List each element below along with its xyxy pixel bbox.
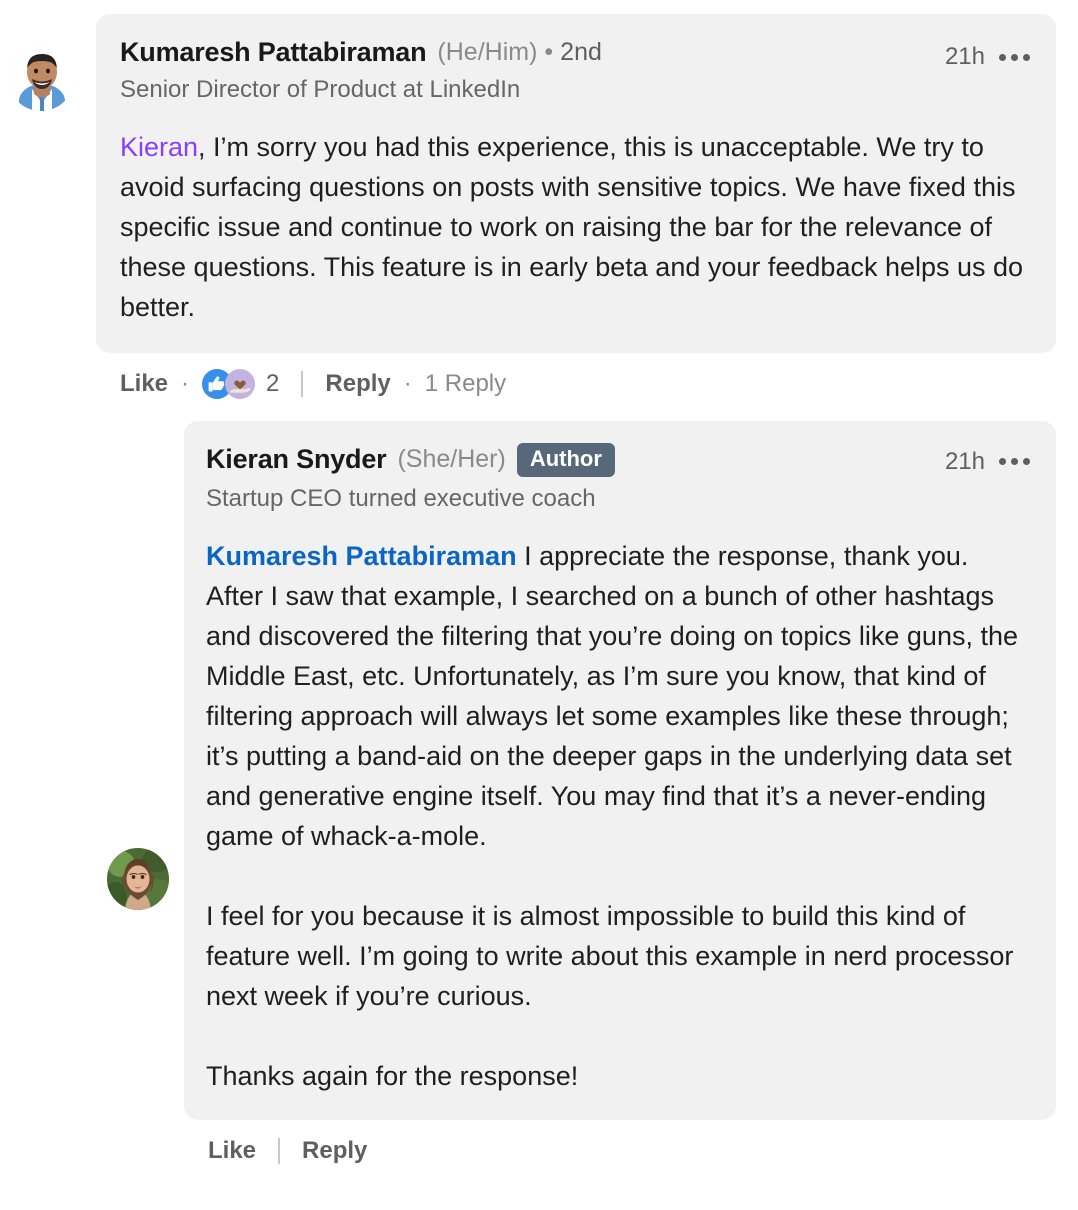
author-headline: Senior Director of Product at LinkedIn xyxy=(120,75,521,103)
reply-like-button[interactable]: Like xyxy=(208,1137,256,1165)
author-name-line: Kumaresh Pattabiraman (He/Him) • 2nd xyxy=(120,37,602,68)
avatar-kieran[interactable] xyxy=(107,847,169,910)
comment-action-bar: Like · 2 Reply · 1 Reply xyxy=(96,353,1078,399)
author-name[interactable]: Kumaresh Pattabiraman xyxy=(120,37,427,68)
comment-body-text: , I’m sorry you had this experience, thi… xyxy=(120,131,1024,322)
reply-options-menu-icon[interactable] xyxy=(999,458,1030,466)
comment-meta: 21h xyxy=(945,38,1030,71)
reply-paragraph-2: I feel for you because it is almost impo… xyxy=(206,900,1014,1011)
reply-author-name-line: Kieran Snyder (She/Her) Author xyxy=(206,442,615,477)
reply-author-headline: Startup CEO turned executive coach xyxy=(206,484,596,512)
comment-thread: Kumaresh Pattabiraman (He/Him) • 2nd Sen… xyxy=(0,14,1078,1165)
comment-kieran-reply: Kieran Snyder (She/Her) Author Startup C… xyxy=(0,420,1078,1165)
mention-kieran[interactable]: Kieran xyxy=(120,132,198,162)
reply-paragraph-1: Kumaresh Pattabiraman I appreciate the r… xyxy=(206,536,1030,856)
comment-bubble-kumaresh: Kumaresh Pattabiraman (He/Him) • 2nd Sen… xyxy=(96,14,1056,353)
reaction-count: 2 xyxy=(266,369,280,397)
reply-action-divider xyxy=(278,1137,281,1164)
name-separator: • xyxy=(544,38,554,67)
author-pronouns: (He/Him) xyxy=(437,38,538,67)
author-badge: Author xyxy=(516,442,615,477)
reply-body: Kumaresh Pattabiraman I appreciate the r… xyxy=(206,536,1030,1096)
reply-timestamp: 21h xyxy=(944,447,985,475)
reply-author-name[interactable]: Kieran Snyder xyxy=(206,444,387,475)
reply-header: Kieran Snyder (She/Her) Author Startup C… xyxy=(206,442,1030,514)
comment-kumaresh: Kumaresh Pattabiraman (He/Him) • 2nd Sen… xyxy=(0,14,1078,399)
comment-header: Kumaresh Pattabiraman (He/Him) • 2nd Sen… xyxy=(120,37,1030,105)
action-divider xyxy=(301,370,304,397)
reply-button[interactable]: Reply xyxy=(325,370,390,398)
author-degree: 2nd xyxy=(560,38,602,67)
reply-action-bar: Like Reply xyxy=(184,1120,1078,1165)
comment-bubble-kieran: Kieran Snyder (She/Her) Author Startup C… xyxy=(184,420,1056,1120)
reply-meta: 21h xyxy=(945,443,1030,476)
like-button[interactable]: Like xyxy=(120,370,168,398)
reactions-group[interactable]: 2 xyxy=(202,368,280,399)
mention-kumaresh[interactable]: Kumaresh Pattabiraman xyxy=(206,541,517,571)
reply-reply-button[interactable]: Reply xyxy=(302,1137,367,1165)
reply-separator-dot: · xyxy=(403,369,412,397)
reply-author-info: Kieran Snyder (She/Her) Author Startup C… xyxy=(206,442,615,514)
reply-paragraph-3: Thanks again for the response! xyxy=(206,1060,579,1091)
reply-author-pronouns: (She/Her) xyxy=(397,444,506,473)
comment-author-info: Kumaresh Pattabiraman (He/Him) • 2nd Sen… xyxy=(120,37,602,105)
comment-body: Kieran, I’m sorry you had this experienc… xyxy=(120,127,1030,327)
avatar-kumaresh[interactable] xyxy=(8,45,74,111)
reply-paragraph-1-text: I appreciate the response, thank you. Af… xyxy=(206,540,1019,851)
reaction-icons xyxy=(202,368,256,399)
comment-timestamp: 21h xyxy=(944,43,985,70)
comment-options-menu-icon[interactable] xyxy=(999,53,1030,61)
reply-count[interactable]: 1 Reply xyxy=(425,370,506,398)
support-reaction-icon xyxy=(225,368,256,399)
action-separator-dot: · xyxy=(181,369,190,397)
